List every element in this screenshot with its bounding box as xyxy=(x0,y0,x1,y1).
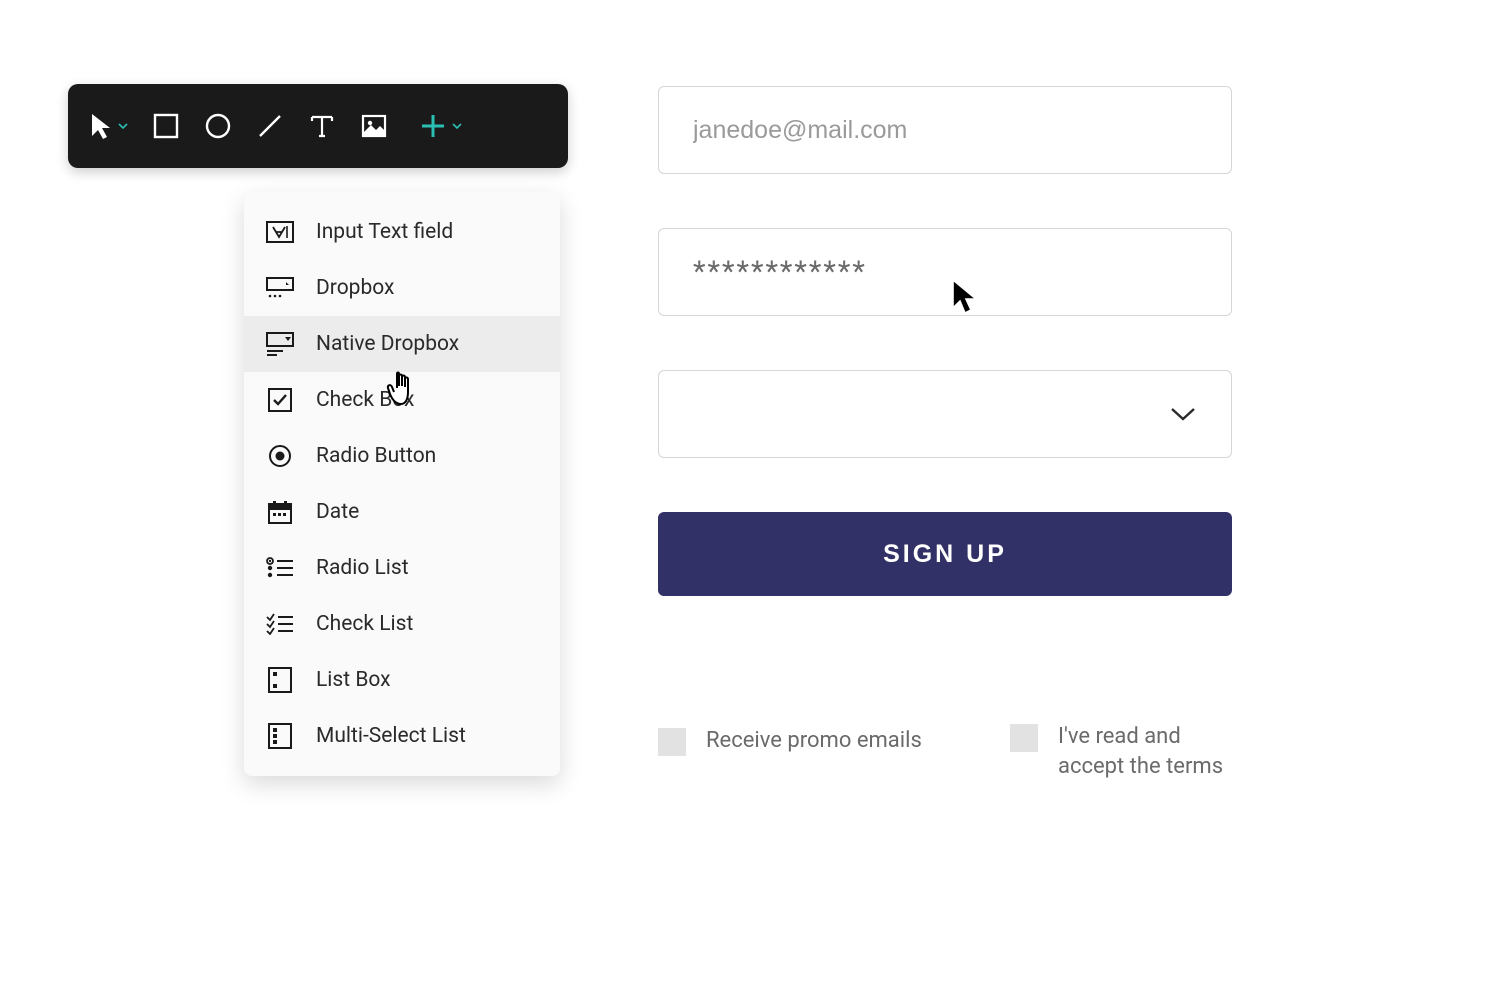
plus-icon xyxy=(418,111,448,141)
date-icon xyxy=(266,498,294,526)
dropdown-item-label: Input Text field xyxy=(316,220,453,244)
image-icon xyxy=(360,112,388,140)
dropdown-item-label: Dropbox xyxy=(316,276,394,300)
checkbox-label: Receive promo emails xyxy=(706,726,922,756)
dropbox-icon xyxy=(266,274,294,302)
add-tool[interactable] xyxy=(418,111,462,141)
design-toolbar xyxy=(68,84,568,168)
checkbox-box xyxy=(658,728,686,756)
check-list-icon xyxy=(266,610,294,638)
multi-select-icon xyxy=(266,722,294,750)
circle-icon xyxy=(204,112,232,140)
dropdown-item-check-box[interactable]: Check Box xyxy=(244,372,560,428)
rectangle-icon xyxy=(152,112,180,140)
dropdown-item-label: Check List xyxy=(316,612,413,636)
native-dropbox-icon xyxy=(266,330,294,358)
dropdown-item-date[interactable]: Date xyxy=(244,484,560,540)
pointer-tool[interactable] xyxy=(90,112,128,140)
add-tool-dropdown: Input Text field Dropbox Native Dropbox … xyxy=(244,192,560,776)
chevron-down-icon xyxy=(1169,400,1197,429)
text-icon xyxy=(308,112,336,140)
dropdown-item-input-text-field[interactable]: Input Text field xyxy=(244,204,560,260)
dropdown-item-label: Radio List xyxy=(316,556,409,580)
input-text-icon xyxy=(266,218,294,246)
dropdown-item-radio-list[interactable]: Radio List xyxy=(244,540,560,596)
promo-emails-checkbox[interactable]: Receive promo emails xyxy=(658,726,922,756)
dropdown-item-label: List Box xyxy=(316,668,391,692)
dropdown-item-label: Date xyxy=(316,500,359,524)
signup-form: ************ SIGN UP xyxy=(658,86,1232,596)
line-icon xyxy=(256,112,284,140)
dropdown-item-label: Native Dropbox xyxy=(316,332,459,356)
dropdown-item-label: Check Box xyxy=(316,388,414,412)
dropdown-item-list-box[interactable]: List Box xyxy=(244,652,560,708)
terms-checkbox[interactable]: I've read and accept the terms xyxy=(1010,722,1242,781)
image-tool[interactable] xyxy=(360,112,388,140)
rectangle-tool[interactable] xyxy=(152,112,180,140)
radio-list-icon xyxy=(266,554,294,582)
email-field[interactable] xyxy=(658,86,1232,174)
dropdown-item-dropbox[interactable]: Dropbox xyxy=(244,260,560,316)
line-tool[interactable] xyxy=(256,112,284,140)
dropdown-item-radio-button[interactable]: Radio Button xyxy=(244,428,560,484)
checkbox-icon xyxy=(266,386,294,414)
dropdown-item-label: Radio Button xyxy=(316,444,436,468)
text-tool[interactable] xyxy=(308,112,336,140)
chevron-down-icon xyxy=(448,121,462,131)
signup-button[interactable]: SIGN UP xyxy=(658,512,1232,596)
dropdown-item-label: Multi-Select List xyxy=(316,724,466,748)
radio-icon xyxy=(266,442,294,470)
dropdown-item-check-list[interactable]: Check List xyxy=(244,596,560,652)
chevron-down-icon xyxy=(114,121,128,131)
circle-tool[interactable] xyxy=(204,112,232,140)
password-field[interactable]: ************ xyxy=(658,228,1232,316)
dropdown-item-native-dropbox[interactable]: Native Dropbox xyxy=(244,316,560,372)
checkbox-label: I've read and accept the terms xyxy=(1058,722,1242,781)
pointer-icon xyxy=(90,112,114,140)
list-box-icon xyxy=(266,666,294,694)
dropdown-item-multi-select-list[interactable]: Multi-Select List xyxy=(244,708,560,764)
select-field[interactable] xyxy=(658,370,1232,458)
checkbox-box xyxy=(1010,724,1038,752)
